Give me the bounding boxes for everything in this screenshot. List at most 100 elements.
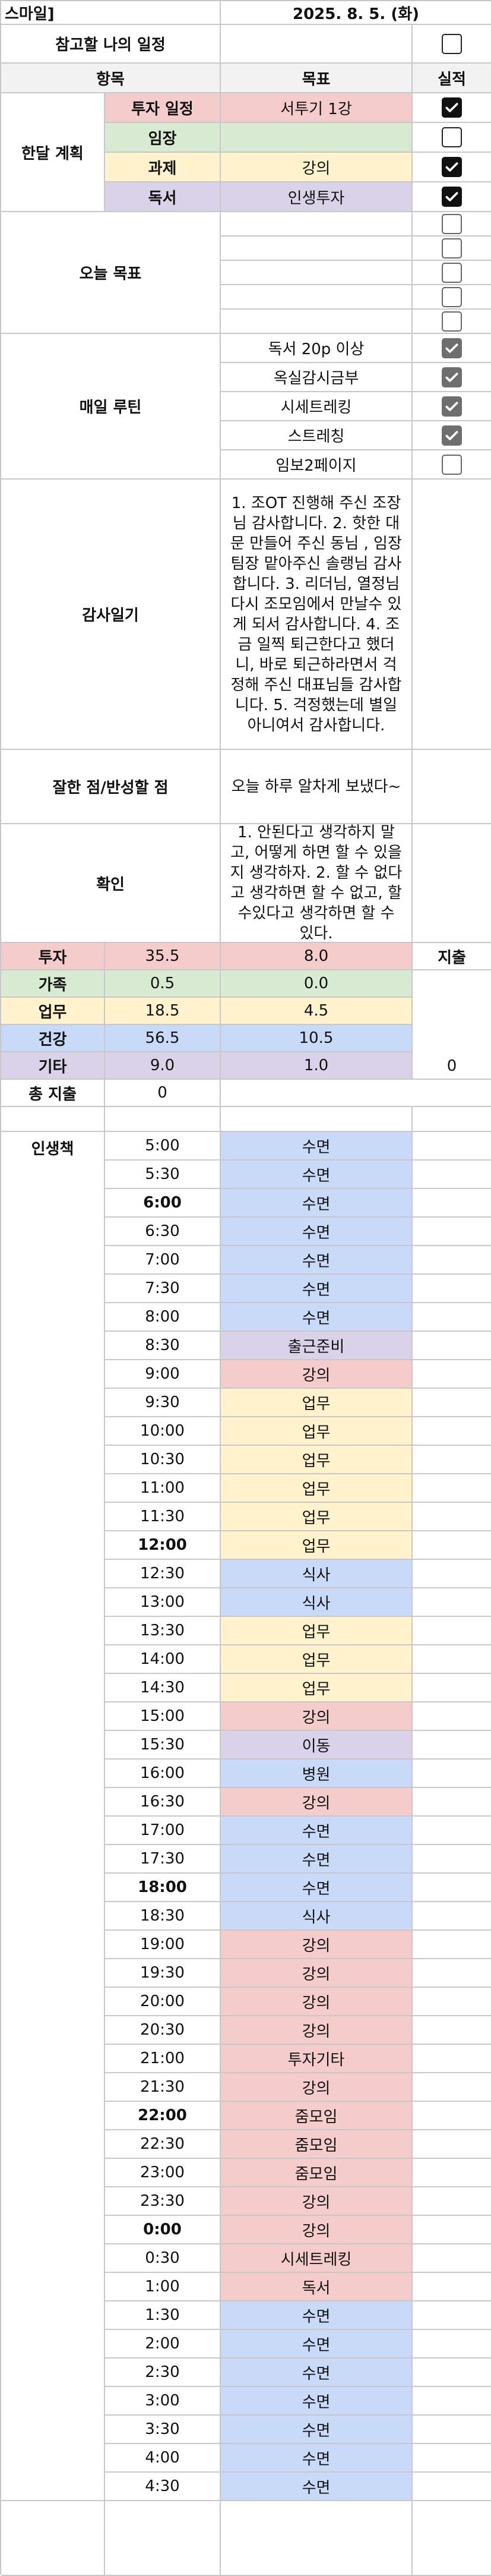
routine-check-cell	[413, 363, 491, 392]
schedule-activity[interactable]: 업무	[221, 1674, 413, 1702]
schedule-activity[interactable]: 시세트레킹	[221, 2244, 413, 2273]
schedule-activity[interactable]: 수면	[221, 2473, 413, 2501]
today-goal-checkbox[interactable]	[442, 286, 462, 307]
schedule-time: 0:00	[105, 2216, 221, 2244]
summary-total-value-text: 9.0	[150, 1057, 175, 1074]
schedule-activity[interactable]: 식사	[221, 1588, 413, 1617]
schedule-activity[interactable]: 수면	[221, 2301, 413, 2330]
schedule-time-text: 17:00	[140, 1821, 185, 1839]
schedule-activity[interactable]: 수면	[221, 2444, 413, 2473]
schedule-activity[interactable]: 수면	[221, 1845, 413, 1874]
schedule-activity-text: 투자기타	[287, 2051, 345, 2069]
monthly-row-goal[interactable]	[221, 123, 413, 153]
schedule-activity[interactable]: 줌모임	[221, 2130, 413, 2159]
monthly-row-goal[interactable]: 강의	[221, 153, 413, 182]
today-goal-input[interactable]	[221, 212, 413, 237]
schedule-activity[interactable]: 업무	[221, 1503, 413, 1531]
schedule-time-text: 0:30	[145, 2249, 180, 2267]
schedule-activity[interactable]: 수면	[221, 2416, 413, 2444]
routine-checkbox[interactable]	[442, 396, 462, 417]
gratitude-label: 감사일기	[1, 480, 221, 750]
today-goal-input[interactable]	[221, 310, 413, 334]
confirm-text: 1. 안된다고 생각하지 말고, 어떻게 하면 할 수 있을지 생각하자. 2.…	[221, 824, 413, 943]
today-goal-checkbox[interactable]	[442, 238, 462, 258]
schedule-activity[interactable]: 수면	[221, 1874, 413, 1902]
schedule-activity[interactable]: 수면	[221, 2387, 413, 2416]
schedule-activity[interactable]: 강의	[221, 2216, 413, 2244]
total-expense-label: 총 지출	[1, 1080, 105, 1107]
schedule-activity[interactable]: 강의	[221, 1988, 413, 2016]
today-goal-checkbox[interactable]	[442, 213, 462, 234]
today-goal-input[interactable]	[221, 261, 413, 285]
schedule-activity[interactable]: 투자기타	[221, 2045, 413, 2073]
routine-checkbox[interactable]	[442, 367, 462, 387]
schedule-time: 9:30	[105, 1389, 221, 1417]
today-goal-checkbox[interactable]	[442, 262, 462, 283]
schedule-activity[interactable]: 업무	[221, 1617, 413, 1645]
schedule-time-text: 2:00	[145, 2335, 180, 2353]
summary-today-value: 0.0	[221, 970, 413, 998]
schedule-activity[interactable]: 수면	[221, 1246, 413, 1275]
today-goal-input[interactable]	[221, 237, 413, 261]
schedule-activity[interactable]: 병원	[221, 1760, 413, 1788]
monthly-row-checkbox[interactable]	[442, 187, 462, 207]
schedule-activity[interactable]: 업무	[221, 1389, 413, 1417]
schedule-activity[interactable]: 줌모임	[221, 2159, 413, 2187]
schedule-time: 13:30	[105, 1617, 221, 1645]
schedule-activity[interactable]: 줌모임	[221, 2102, 413, 2130]
monthly-row-goal[interactable]: 서투기 1강	[221, 93, 413, 123]
schedule-time: 19:30	[105, 1959, 221, 1988]
schedule-activity[interactable]: 강의	[221, 1702, 413, 1731]
monthly-row-label: 독서	[105, 182, 221, 212]
schedule-activity[interactable]: 수면	[221, 1218, 413, 1246]
schedule-empty	[413, 1332, 491, 1360]
schedule-activity[interactable]: 식사	[221, 1560, 413, 1588]
schedule-time: 7:00	[105, 1246, 221, 1275]
schedule-activity[interactable]: 강의	[221, 2073, 413, 2102]
schedule-activity[interactable]: 독서	[221, 2273, 413, 2301]
schedule-activity[interactable]: 업무	[221, 1446, 413, 1474]
schedule-activity[interactable]: 강의	[221, 1360, 413, 1389]
schedule-activity[interactable]: 수면	[221, 1303, 413, 1332]
schedule-activity[interactable]: 업무	[221, 1474, 413, 1503]
schedule-activity[interactable]: 강의	[221, 1959, 413, 1988]
schedule-activity[interactable]: 강의	[221, 2187, 413, 2216]
monthly-row-checkbox[interactable]	[442, 127, 462, 147]
schedule-activity[interactable]: 수면	[221, 2359, 413, 2387]
monthly-row-checkbox[interactable]	[442, 157, 462, 177]
ref-schedule-checkbox[interactable]	[442, 33, 462, 54]
schedule-activity[interactable]: 수면	[221, 1161, 413, 1189]
monthly-row-goal-text: 서투기 1강	[280, 100, 352, 118]
schedule-time: 16:00	[105, 1760, 221, 1788]
schedule-activity[interactable]: 출근준비	[221, 1332, 413, 1360]
schedule-activity[interactable]: 수면	[221, 2330, 413, 2359]
schedule-activity[interactable]: 수면	[221, 1817, 413, 1845]
monthly-row-check-cell	[413, 153, 491, 182]
today-goal-checkbox[interactable]	[442, 311, 462, 332]
monthly-row-checkbox[interactable]	[442, 97, 462, 118]
routine-checkbox[interactable]	[442, 425, 462, 446]
total-expense-value: 0	[105, 1080, 221, 1107]
schedule-activity[interactable]: 수면	[221, 1189, 413, 1218]
schedule-activity[interactable]: 강의	[221, 2016, 413, 2045]
routine-checkbox[interactable]	[442, 338, 462, 358]
schedule-activity[interactable]: 업무	[221, 1645, 413, 1674]
schedule-activity[interactable]: 식사	[221, 1902, 413, 1931]
schedule-activity[interactable]: 이동	[221, 1731, 413, 1760]
schedule-activity[interactable]: 업무	[221, 1417, 413, 1446]
today-goal-input[interactable]	[221, 285, 413, 310]
routine-item: 스트레칭	[221, 421, 413, 450]
schedule-activity[interactable]: 수면	[221, 1132, 413, 1161]
schedule-activity[interactable]: 업무	[221, 1531, 413, 1560]
routine-checkbox[interactable]	[442, 454, 462, 475]
monthly-row-goal[interactable]: 인생투자	[221, 182, 413, 212]
schedule-time: 16:30	[105, 1788, 221, 1817]
schedule-activity[interactable]: 수면	[221, 1275, 413, 1303]
schedule-activity-text: 강의	[302, 2222, 331, 2240]
schedule-empty	[413, 2473, 491, 2501]
schedule-empty	[413, 1617, 491, 1645]
col-header-item-text: 항목	[96, 70, 125, 89]
spacer	[1, 1107, 105, 1132]
schedule-activity[interactable]: 강의	[221, 1931, 413, 1959]
schedule-activity[interactable]: 강의	[221, 1788, 413, 1817]
